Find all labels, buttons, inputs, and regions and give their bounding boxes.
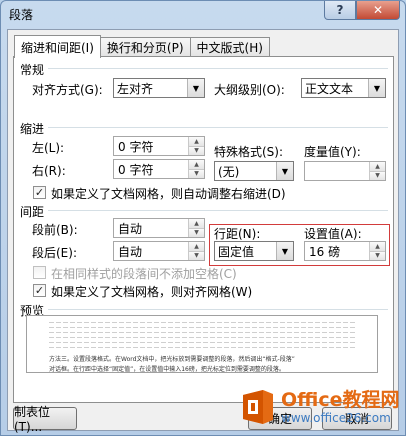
before-label: 段前(B): — [32, 223, 78, 237]
preview-sample-line-1: 方法三。设置段落格式。在Word文档中，把光标放到需要调整的段落，然后调出“格式… — [49, 356, 295, 363]
before-value: 自动 — [118, 221, 143, 236]
line-spacing-label: 行距(N): — [214, 227, 261, 241]
outline-level-value: 正文文本 — [305, 81, 354, 96]
spin-up-icon[interactable]: ▲ — [369, 162, 385, 171]
before-spinner[interactable]: 自动 ▲ ▼ — [113, 218, 205, 238]
title-bar[interactable]: 段落 ? ✕ — [1, 1, 405, 27]
left-indent-value: 0 字符 — [118, 139, 154, 154]
office-logo-icon — [239, 388, 277, 426]
after-label: 段后(E): — [32, 246, 77, 260]
preview-line — [49, 322, 355, 323]
left-indent-spinner[interactable]: 0 字符 ▲ ▼ — [113, 136, 205, 156]
right-indent-value: 0 字符 — [118, 162, 154, 177]
spin-up-icon[interactable]: ▲ — [188, 219, 204, 228]
auto-indent-checkbox[interactable]: ✓ — [33, 186, 46, 199]
alignment-select[interactable]: 左对齐 ▼ — [113, 78, 205, 98]
outline-level-label: 大纲级别(O): — [214, 83, 285, 97]
after-spinner[interactable]: 自动 ▲ ▼ — [113, 241, 205, 261]
tabs-button[interactable]: 制表位(T)... — [13, 405, 77, 434]
special-indent-label: 特殊格式(S): — [214, 145, 284, 159]
watermark-url: www.office26.com — [281, 411, 391, 425]
preview-line — [49, 332, 355, 333]
tab-line-page-breaks[interactable]: 换行和分页(P) — [99, 37, 191, 57]
at-spinner[interactable]: 16 磅 ▲ ▼ — [304, 241, 386, 261]
after-value: 自动 — [118, 244, 143, 259]
no-space-label: 在相同样式的段落间不添加空格(C) — [51, 267, 237, 281]
tab-panel: 常规 对齐方式(G): 左对齐 ▼ 大纲级别(O): 正文文本 ▼ 缩进 左(L… — [13, 56, 394, 403]
preview-line — [49, 327, 355, 328]
left-indent-label: 左(L): — [32, 141, 65, 155]
chevron-down-icon[interactable]: ▼ — [276, 162, 293, 180]
snap-grid-checkbox[interactable]: ✓ — [33, 284, 46, 297]
special-indent-value: (无) — [218, 164, 240, 179]
indent-divider — [48, 127, 388, 128]
general-heading: 常规 — [20, 63, 45, 77]
spin-down-icon[interactable]: ▼ — [188, 227, 204, 237]
spin-down-icon[interactable]: ▼ — [188, 250, 204, 260]
spin-up-icon[interactable]: ▲ — [188, 137, 204, 146]
preview-line — [49, 347, 355, 348]
preview-line — [49, 337, 355, 338]
special-indent-select[interactable]: (无) ▼ — [214, 161, 294, 181]
spin-down-icon[interactable]: ▼ — [369, 250, 385, 260]
watermark: Office教程网 www.office26.com — [239, 381, 405, 433]
preview-pane: 方法三。设置段落格式。在Word文档中，把光标放到需要调整的段落，然后调出“格式… — [26, 315, 378, 373]
snap-grid-label: 如果定义了文档网格，则对齐网格(W) — [51, 285, 253, 299]
chevron-down-icon[interactable]: ▼ — [368, 79, 385, 97]
close-button[interactable]: ✕ — [356, 1, 400, 20]
at-label: 设置值(A): — [304, 227, 362, 241]
paragraph-dialog: 段落 ? ✕ 缩进和间距(I) 换行和分页(P) 中文版式(H) 常规 对齐方式… — [0, 0, 406, 436]
tab-indents-spacing[interactable]: 缩进和间距(I) — [14, 35, 101, 58]
spin-down-icon[interactable]: ▼ — [369, 170, 385, 180]
spin-down-icon[interactable]: ▼ — [188, 168, 204, 178]
right-indent-spinner[interactable]: 0 字符 ▲ ▼ — [113, 159, 205, 179]
alignment-label: 对齐方式(G): — [32, 83, 103, 97]
help-button[interactable]: ? — [324, 1, 356, 20]
tab-asian-typography[interactable]: 中文版式(H) — [189, 37, 270, 57]
chevron-down-icon[interactable]: ▼ — [187, 79, 204, 97]
auto-indent-label: 如果定义了文档网格，则自动调整右缩进(D) — [51, 187, 286, 201]
line-spacing-select[interactable]: 固定值 ▼ — [214, 241, 294, 261]
spacing-divider — [48, 210, 388, 211]
tab-strip: 缩进和间距(I) 换行和分页(P) 中文版式(H) — [14, 35, 270, 58]
spin-up-icon[interactable]: ▲ — [369, 242, 385, 251]
spacing-heading: 间距 — [20, 205, 45, 219]
preview-line — [49, 342, 355, 343]
right-indent-label: 右(R): — [32, 164, 66, 178]
by-label: 度量值(Y): — [304, 145, 361, 159]
spin-down-icon[interactable]: ▼ — [188, 145, 204, 155]
chevron-down-icon[interactable]: ▼ — [276, 242, 293, 260]
preview-sample-line-2: 对话框。在行距中选择“固定值”，在设置值中输入16磅，把光标定位到需要调整的段落… — [49, 366, 285, 373]
preview-divider — [48, 309, 388, 310]
watermark-title: Office教程网 — [281, 389, 400, 411]
line-spacing-value: 固定值 — [218, 244, 255, 259]
at-value: 16 磅 — [309, 244, 341, 259]
spin-up-icon[interactable]: ▲ — [188, 160, 204, 169]
indent-heading: 缩进 — [20, 122, 45, 136]
general-divider — [48, 68, 388, 69]
spin-up-icon[interactable]: ▲ — [188, 242, 204, 251]
dialog-body: 缩进和间距(I) 换行和分页(P) 中文版式(H) 常规 对齐方式(G): 左对… — [7, 29, 399, 434]
by-spinner[interactable]: ▲ ▼ — [304, 161, 386, 181]
alignment-value: 左对齐 — [117, 81, 154, 96]
outline-level-select[interactable]: 正文文本 ▼ — [301, 78, 386, 98]
dialog-title: 段落 — [9, 8, 34, 22]
no-space-checkbox[interactable] — [33, 266, 46, 279]
